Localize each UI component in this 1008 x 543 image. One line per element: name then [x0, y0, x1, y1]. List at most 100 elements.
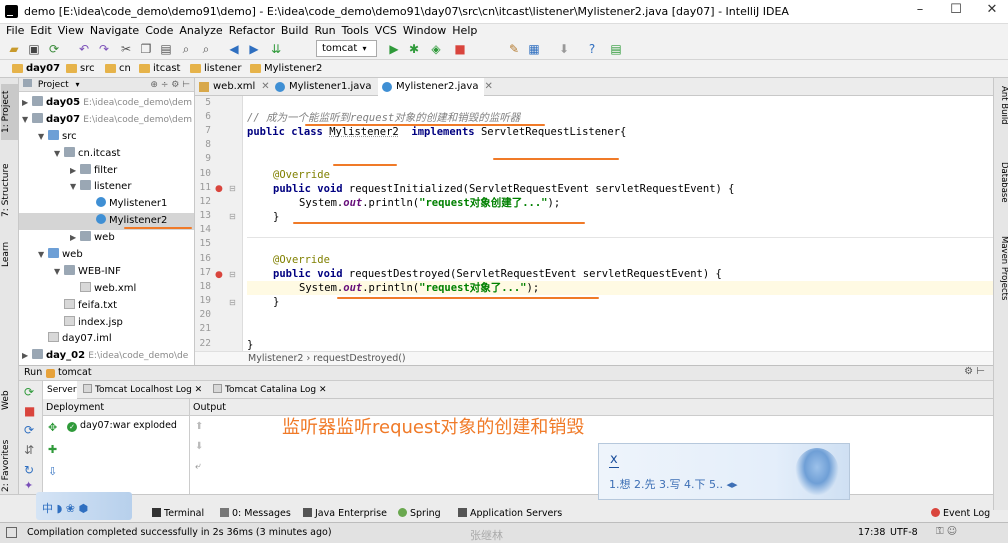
close-button[interactable]: ✕ — [972, 2, 1008, 22]
status-icon[interactable] — [6, 527, 17, 538]
back-icon[interactable]: ◀ — [226, 41, 242, 57]
tab-favorites[interactable]: 2: Favorites — [1, 434, 18, 498]
tree-item-day07[interactable]: ▼ day07 E:\idea\code_demo\dem — [19, 112, 194, 129]
settings-icon[interactable]: ✎ — [506, 41, 522, 57]
project-panel-title[interactable]: Project — [38, 80, 69, 90]
implements-method-icon[interactable]: ● — [215, 184, 223, 194]
expand-arrow-icon[interactable]: ▶ — [70, 230, 80, 247]
run-config-select[interactable]: tomcat ▾ — [316, 40, 377, 57]
collapse-arrow-icon[interactable]: ▼ — [54, 264, 64, 281]
menu-run[interactable]: Run — [315, 24, 336, 38]
expand-arrow-icon[interactable]: ▶ — [70, 163, 80, 180]
menu-code[interactable]: Code — [145, 24, 173, 38]
run-icon[interactable]: ▶ — [386, 41, 402, 57]
pin-icon[interactable]: ✦ — [24, 479, 33, 492]
expand-arrow-icon[interactable]: ▶ — [22, 95, 32, 112]
add-icon[interactable]: ✚ — [48, 443, 57, 456]
collapse-arrow-icon[interactable]: ▼ — [22, 112, 32, 129]
fold-marker-icon[interactable]: ⊟ — [229, 298, 236, 307]
scroll-down-icon[interactable]: ⬇ — [195, 441, 203, 452]
close-icon[interactable]: ✕ — [195, 385, 203, 395]
debug-icon[interactable]: ✱ — [406, 41, 422, 57]
tab-terminal[interactable]: Terminal — [152, 508, 204, 519]
tab-structure[interactable]: 7: Structure — [1, 156, 18, 224]
tab-web[interactable]: Web — [1, 380, 18, 420]
tree-item-filter[interactable]: ▶ filter — [19, 163, 194, 180]
collapse-arrow-icon[interactable]: ▼ — [38, 129, 48, 146]
stop-icon[interactable]: ■ — [24, 404, 35, 418]
menu-navigate[interactable]: Navigate — [90, 24, 139, 38]
fold-marker-icon[interactable]: ⊟ — [229, 212, 236, 221]
collapse-arrow-icon[interactable]: ▼ — [38, 247, 48, 264]
tree-item-index-jsp[interactable]: index.jsp — [19, 315, 194, 332]
collapse-arrow-icon[interactable]: ▼ — [54, 146, 64, 163]
minimize-button[interactable]: – — [900, 2, 940, 22]
ime-candidates[interactable]: 1.想 2.先 3.写 4.下 5.. ◂▸ — [609, 476, 738, 492]
ime-page-arrows-icon[interactable]: ◂▸ — [726, 478, 737, 491]
tab-learn[interactable]: Learn — [1, 234, 18, 274]
tab-tomcat-catalina-log[interactable]: Tomcat Catalina Log ✕ — [209, 381, 329, 399]
save-icon[interactable]: ▣ — [26, 41, 42, 57]
paste-icon[interactable]: ▤ — [158, 41, 174, 57]
tab-database[interactable]: Database — [994, 162, 1008, 218]
tab-project[interactable]: 1: Project — [1, 84, 18, 140]
deploy-icon[interactable]: ⇵ — [24, 443, 34, 457]
toolbox-icon[interactable]: ▤ — [608, 41, 624, 57]
undo-icon[interactable]: ↶ — [76, 41, 92, 57]
tab-spring[interactable]: Spring — [398, 508, 441, 519]
tab-application-servers[interactable]: Application Servers — [458, 508, 562, 519]
code-area[interactable]: // 成为一个能监听到request对象的创建和销毁的监听器 public cl… — [247, 96, 993, 351]
menu-view[interactable]: View — [58, 24, 84, 38]
tab-maven-projects[interactable]: Maven Projects — [994, 236, 1008, 308]
refresh-icon[interactable]: ⟳ — [24, 423, 34, 437]
collapse-arrow-icon[interactable]: ▼ — [70, 179, 80, 196]
fold-marker-icon[interactable]: ⊟ — [229, 270, 236, 279]
menu-build[interactable]: Build — [281, 24, 309, 38]
tab-mylistener1[interactable]: Mylistener1.java✕ — [271, 78, 386, 96]
project-structure-icon[interactable]: ▦ — [526, 41, 542, 57]
tab-server[interactable]: Server — [43, 381, 77, 400]
menu-file[interactable]: File — [6, 24, 24, 38]
copy-icon[interactable]: ❐ — [138, 41, 154, 57]
editor-breadcrumb[interactable]: Mylistener2 › requestDestroyed() — [195, 351, 993, 365]
tab-java-enterprise[interactable]: Java Enterprise — [303, 508, 387, 519]
gear-icon[interactable]: ⚙ ⊢ — [964, 366, 985, 377]
close-icon[interactable]: ✕ — [319, 385, 327, 395]
tree-item-web[interactable]: ▼ web — [19, 247, 194, 264]
find-icon[interactable]: ⌕ — [178, 41, 194, 57]
crumb-src[interactable]: src — [64, 61, 95, 77]
help-icon[interactable]: ? — [584, 41, 600, 57]
expand-arrow-icon[interactable]: ▶ — [22, 348, 32, 365]
open-folder-icon[interactable]: ▰ — [6, 41, 22, 57]
tree-item-mylistener1[interactable]: Mylistener1 — [19, 196, 194, 213]
tree-item-day05[interactable]: ▶ day05 E:\idea\code_demo\dem — [19, 95, 194, 112]
build-icon[interactable]: ⇊ — [268, 41, 284, 57]
menu-vcs[interactable]: VCS — [375, 24, 397, 38]
sdk-icon[interactable]: ⬇ — [556, 41, 572, 57]
menu-window[interactable]: Window — [403, 24, 446, 38]
tab-mylistener2[interactable]: Mylistener2.java ✕ — [378, 78, 493, 97]
tab-event-log[interactable]: Event Log — [931, 508, 990, 519]
menu-tools[interactable]: Tools — [342, 24, 369, 38]
stop-icon[interactable]: ■ — [452, 41, 468, 57]
panel-tools-icon[interactable]: ⊕ ÷ ⚙ ⊢ — [150, 78, 190, 92]
crumb-mylistener2[interactable]: Mylistener2 — [248, 61, 322, 77]
tree-item-web-package[interactable]: ▶ web — [19, 230, 194, 247]
fold-marker-icon[interactable]: ⊟ — [229, 184, 236, 193]
tree-item-listener[interactable]: ▼ listener — [19, 179, 194, 196]
tree-item-cn-itcast[interactable]: ▼ cn.itcast — [19, 146, 194, 163]
tab-messages[interactable]: 0: Messages — [220, 508, 291, 519]
crumb-listener[interactable]: listener — [188, 61, 241, 77]
tab-tomcat-localhost-log[interactable]: Tomcat Localhost Log ✕ — [79, 381, 203, 399]
crumb-day07[interactable]: day07 — [10, 61, 60, 77]
remove-icon[interactable]: ⇩ — [48, 465, 57, 478]
tree-item-feifa-txt[interactable]: feifa.txt — [19, 298, 194, 315]
implements-method-icon[interactable]: ● — [215, 270, 223, 280]
coverage-icon[interactable]: ◈ — [428, 41, 444, 57]
crumb-itcast[interactable]: itcast — [137, 61, 180, 77]
file-encoding[interactable]: UTF-8 — [890, 527, 918, 538]
tree-item-src[interactable]: ▼ src — [19, 129, 194, 146]
close-icon[interactable]: ✕ — [484, 81, 492, 92]
redo-icon[interactable]: ↷ — [96, 41, 112, 57]
sync-icon[interactable]: ⟳ — [46, 41, 62, 57]
